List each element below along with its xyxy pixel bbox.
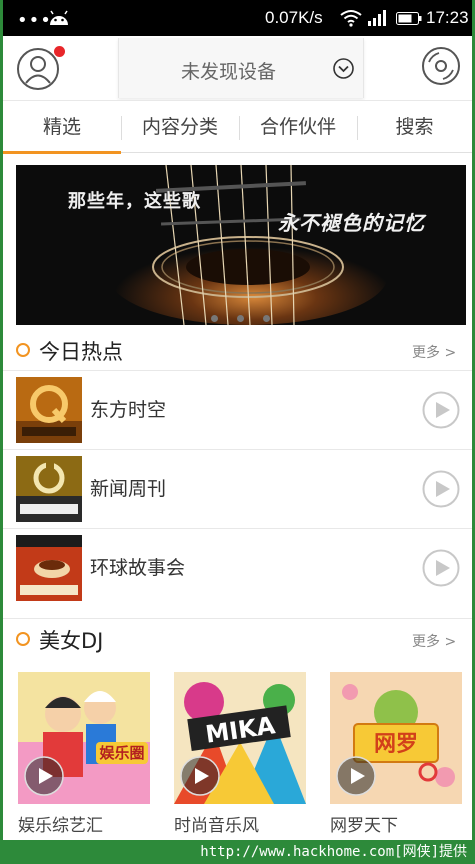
play-icon[interactable] [336, 756, 376, 796]
disc-icon[interactable] [421, 46, 461, 86]
play-icon[interactable] [24, 756, 64, 796]
list-item-title: 环球故事会 [90, 557, 186, 579]
tab-categories[interactable]: 内容分类 [121, 101, 239, 153]
tab-featured-label: 精选 [42, 116, 81, 138]
android-icon [50, 10, 68, 25]
source-watermark: http://www.hackhome.com[网侠]提供 [0, 840, 475, 864]
device-selector[interactable]: 未发现设备 [118, 38, 364, 98]
dj-card[interactable]: MIKA 时尚音乐风 [174, 672, 306, 837]
promo-banner[interactable]: 那些年，这些歌 永不褪色的记忆 [16, 165, 466, 325]
play-icon[interactable] [422, 391, 460, 429]
page-dot[interactable] [211, 315, 218, 322]
play-icon[interactable] [422, 549, 460, 587]
hot-section-header: 今日热点 更多 > [3, 330, 472, 370]
dj-card-caption: 娱乐综艺汇 [18, 816, 103, 836]
tab-partners[interactable]: 合作伙伴 [239, 101, 357, 153]
dj-section-title: 美女DJ [39, 629, 104, 653]
dj-card-caption: 时尚音乐风 [174, 816, 259, 836]
page-dot[interactable] [237, 315, 244, 322]
dj-section-header: 美女DJ 更多 > [3, 618, 472, 658]
notification-dots: ••• [17, 10, 52, 31]
tab-search[interactable]: 搜索 [357, 101, 472, 153]
dj-more-link[interactable]: 更多 > [412, 631, 456, 651]
hot-section-title: 今日热点 [39, 340, 123, 364]
list-item-title: 东方时空 [90, 399, 167, 421]
list-item[interactable]: 东方时空 [3, 370, 472, 449]
huanqiu-gushihui-thumbnail [16, 535, 82, 601]
dj-card-caption: 网罗天下 [330, 816, 398, 836]
signal-icon [368, 10, 386, 26]
dj-card[interactable]: 网罗 网罗天下 [330, 672, 462, 837]
section-ring-icon [16, 343, 30, 357]
dj-card-overlay: 网罗 [374, 732, 418, 757]
tab-search-label: 搜索 [395, 116, 434, 138]
play-icon[interactable] [422, 470, 460, 508]
chevron-down-icon [333, 58, 354, 79]
wifi-icon [340, 10, 362, 27]
banner-line-1: 那些年，这些歌 [68, 191, 201, 212]
banner-pagination [211, 307, 289, 325]
banner-line-2: 永不褪色的记忆 [278, 211, 425, 235]
user-avatar-button[interactable] [17, 46, 65, 90]
device-label: 未发现设备 [181, 61, 277, 83]
hot-more-link[interactable]: 更多 > [412, 342, 456, 362]
list-item[interactable]: 环球故事会 [3, 528, 472, 607]
xinwen-zhoukan-thumbnail [16, 456, 82, 522]
network-speed: 0.07K/s [265, 8, 323, 27]
section-ring-icon [16, 632, 30, 646]
list-item[interactable]: 新闻周刊 [3, 449, 472, 528]
play-icon[interactable] [180, 756, 220, 796]
app-screen: ••• 0.07K/s 17:23 未发现设备 精选 内容分类 合作伙伴 搜索 … [3, 0, 472, 864]
tab-bar: 精选 内容分类 合作伙伴 搜索 [3, 100, 472, 154]
active-tab-indicator [3, 151, 121, 154]
dongfang-shikong-thumbnail [16, 377, 82, 443]
dj-card-overlay: 娱乐圈 [99, 744, 144, 762]
clock: 17:23 [426, 8, 469, 27]
status-bar: ••• 0.07K/s 17:23 [3, 0, 472, 36]
list-item-title: 新闻周刊 [90, 478, 167, 500]
tab-featured[interactable]: 精选 [3, 101, 121, 154]
dj-card[interactable]: 娱乐圈 娱乐综艺汇 [18, 672, 150, 837]
page-dot[interactable] [263, 315, 270, 322]
tab-categories-label: 内容分类 [141, 116, 218, 138]
top-header: 未发现设备 [3, 36, 472, 100]
battery-icon [396, 12, 422, 25]
tab-partners-label: 合作伙伴 [259, 116, 336, 138]
notification-dot [54, 46, 65, 57]
user-icon [25, 56, 51, 84]
